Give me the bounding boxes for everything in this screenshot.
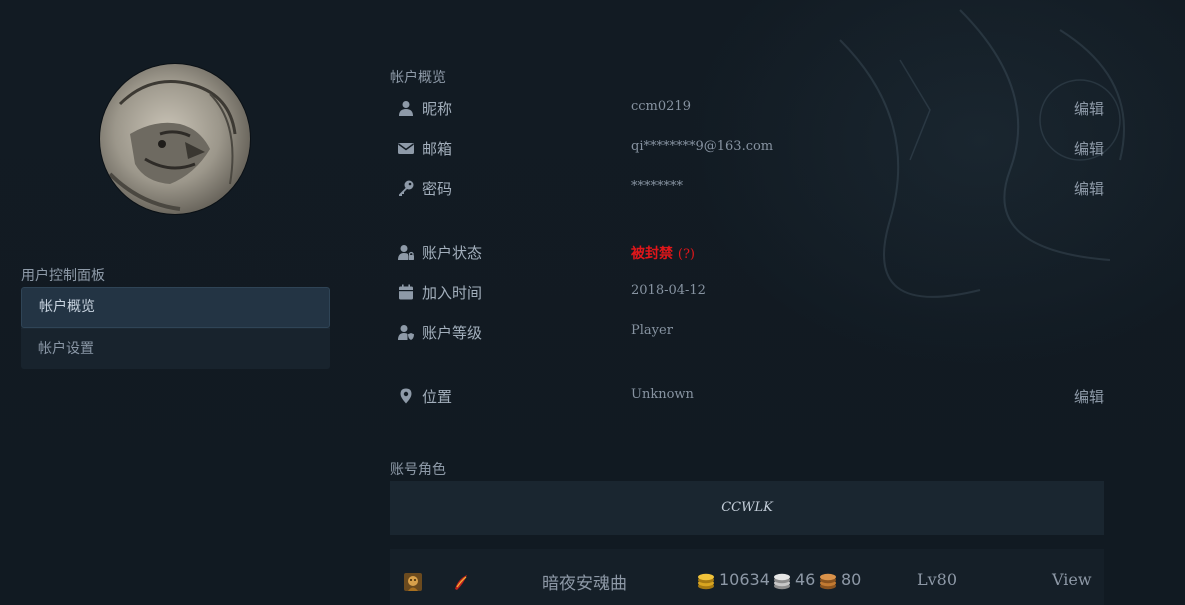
user-icon — [399, 101, 413, 116]
edit-password-link[interactable]: 编辑 — [1074, 178, 1104, 199]
sidebar-item-account-overview[interactable]: 帐户概览 — [21, 287, 330, 328]
character-row: 暗夜安魂曲 10634 46 80 Lv80 View — [390, 549, 1104, 605]
characters-title: 账号角色 — [390, 462, 446, 478]
gold-coin-icon — [698, 573, 714, 590]
sidebar-item-account-settings[interactable]: 帐户设置 — [21, 328, 330, 369]
copper-coin-icon — [820, 573, 836, 590]
silver-amount: 46 — [795, 570, 816, 589]
email-value: qi********9@163.com — [631, 139, 774, 154]
account-status-value: 被封禁 (?) — [631, 243, 695, 263]
avatar-portrait-icon — [108, 80, 237, 211]
view-character-link[interactable]: View — [1052, 570, 1092, 589]
nickname-label: 昵称 — [422, 100, 453, 118]
calendar-icon — [399, 284, 413, 300]
user-shield-icon — [398, 325, 414, 340]
overview-title: 帐户概览 — [390, 70, 446, 86]
account-level-label: 账户等级 — [422, 324, 483, 342]
edit-nickname-link[interactable]: 编辑 — [1074, 98, 1104, 119]
password-label: 密码 — [422, 180, 453, 198]
edit-email-link[interactable]: 编辑 — [1074, 138, 1104, 159]
character-level: Lv80 — [917, 570, 958, 589]
status-help-link[interactable]: (?) — [678, 247, 695, 262]
copper-amount: 80 — [841, 570, 862, 589]
join-date-label: 加入时间 — [422, 284, 483, 302]
account-level-value: Player — [631, 323, 673, 338]
envelope-icon — [398, 143, 414, 154]
location-value: Unknown — [631, 387, 694, 402]
nickname-value: ccm0219 — [631, 99, 691, 114]
nickname-row: 昵称 ccm0219 编辑 — [390, 88, 1104, 128]
key-icon — [399, 180, 414, 196]
silver-coin-icon — [774, 573, 790, 590]
user-lock-icon — [398, 245, 414, 260]
email-row: 邮箱 qi********9@163.com 编辑 — [390, 128, 1104, 168]
password-row: 密码 ******** 编辑 — [390, 168, 1104, 208]
account-status-label: 账户状态 — [422, 244, 483, 262]
location-row: 位置 Unknown 编辑 — [390, 376, 1104, 416]
sidebar-menu: 帐户概览 帐户设置 — [21, 287, 330, 369]
map-marker-icon — [400, 388, 412, 404]
join-date-value: 2018-04-12 — [631, 283, 706, 298]
user-avatar — [100, 64, 250, 214]
gold-amount: 10634 — [719, 570, 770, 589]
realm-header: CCWLK — [390, 481, 1104, 535]
account-page: 用户控制面板 帐户概览 帐户设置 帐户概览 昵称 ccm0219 编辑 邮箱 q… — [0, 0, 1185, 605]
account-level-row: 账户等级 Player — [390, 312, 1104, 352]
account-status-row: 账户状态 被封禁 (?) — [390, 232, 1104, 272]
race-portrait-icon — [404, 573, 422, 591]
password-value: ******** — [631, 179, 683, 194]
location-label: 位置 — [422, 388, 453, 406]
banned-status-text: 被封禁 — [631, 246, 673, 262]
join-date-row: 加入时间 2018-04-12 — [390, 272, 1104, 312]
sidebar-title: 用户控制面板 — [21, 268, 105, 284]
edit-location-link[interactable]: 编辑 — [1074, 386, 1104, 407]
email-label: 邮箱 — [422, 140, 453, 158]
class-emblem-icon — [455, 575, 467, 590]
character-name: 暗夜安魂曲 — [542, 574, 627, 594]
